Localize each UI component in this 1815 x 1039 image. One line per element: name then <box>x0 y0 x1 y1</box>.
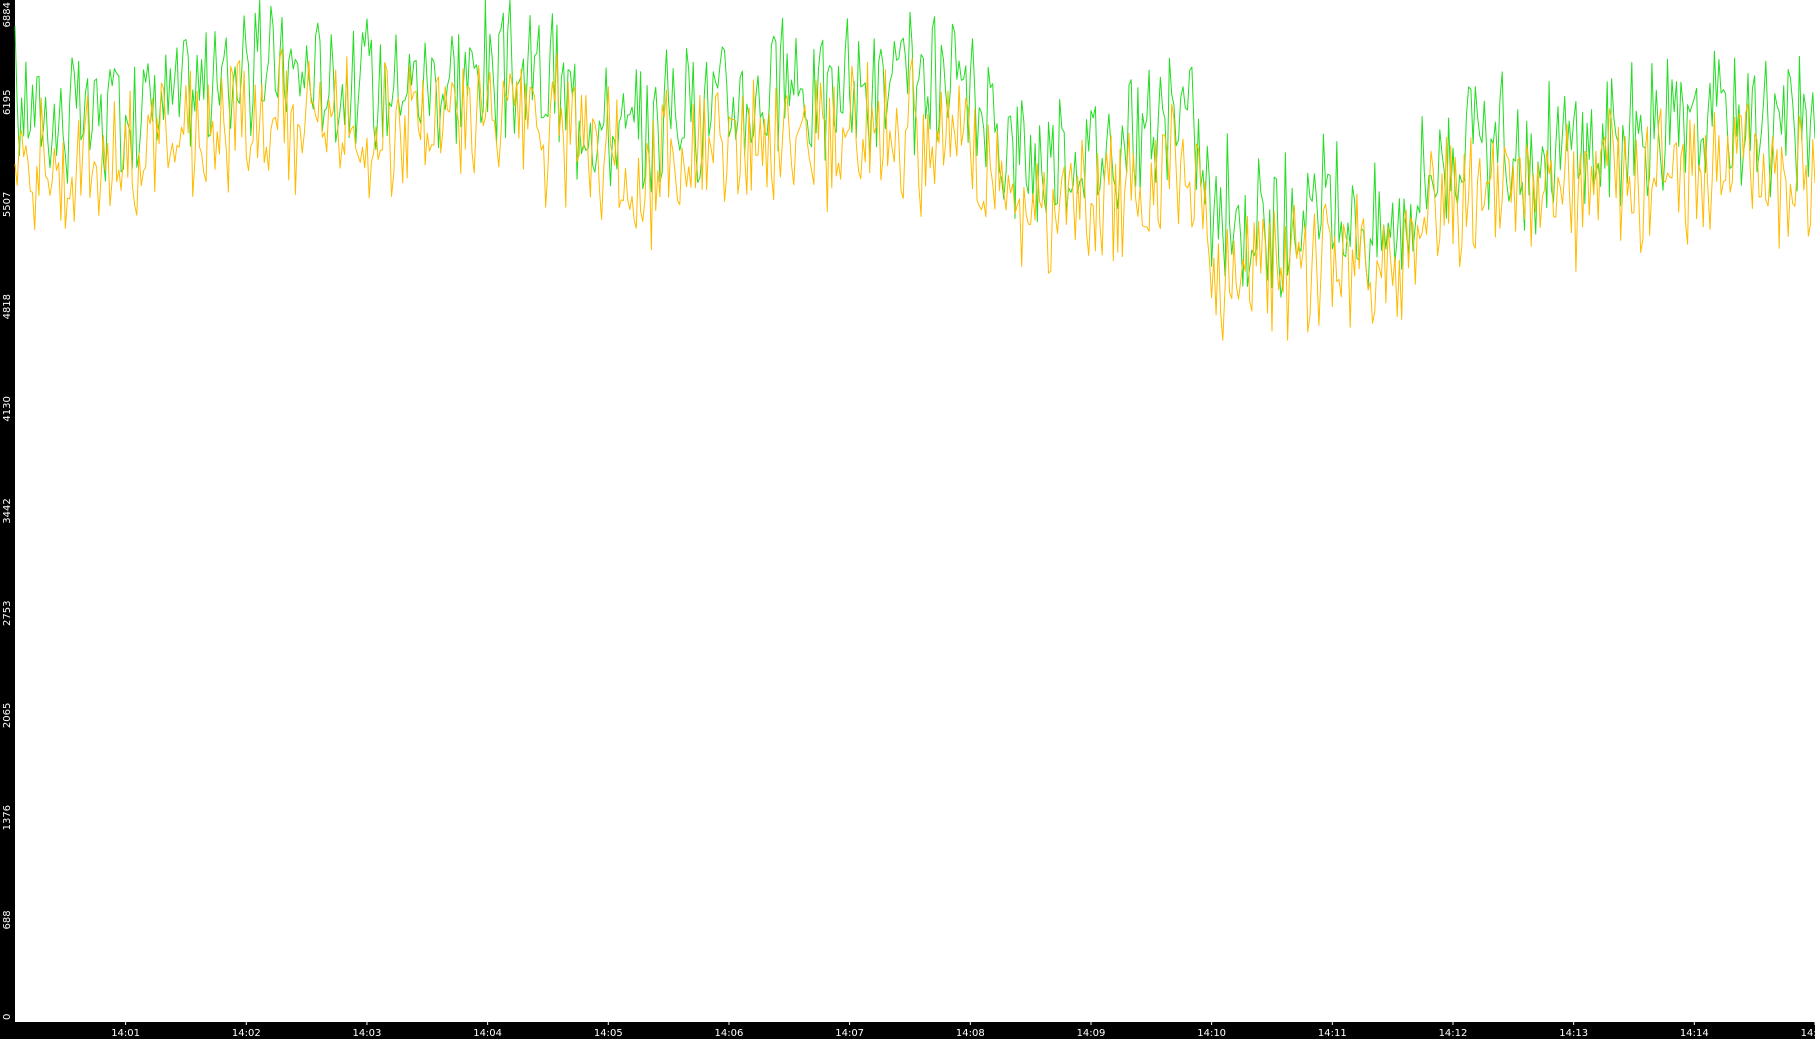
y-tick-label: 6195 <box>2 90 13 115</box>
x-tick-label: 14:06 <box>715 1028 744 1039</box>
x-tick-label: 14:04 <box>473 1028 502 1039</box>
y-tick-label: 1376 <box>2 805 13 830</box>
y-tick-label: 2753 <box>2 601 13 626</box>
chart-svg: 0 688 1376 2065 2753 3442 4130 4818 5507 6195 6884… <box>0 0 1815 1039</box>
x-tick-label: 14:12 <box>1439 1028 1468 1039</box>
chart: 0 688 1376 2065 2753 3442 4130 4818 5507 6195 6884… <box>0 0 1815 1039</box>
y-tick-label: 3442 <box>2 498 13 523</box>
y-tick-label: 0 <box>2 1014 13 1020</box>
x-tick-label: 14:02 <box>232 1028 261 1039</box>
x-tick-label: 14:15 <box>1801 1028 1815 1039</box>
x-tick-label: 14:10 <box>1197 1028 1226 1039</box>
x-tick-label: 14:01 <box>111 1028 140 1039</box>
x-tick-label: 14:09 <box>1077 1028 1106 1039</box>
y-tick-label: 2065 <box>2 703 13 728</box>
x-tick-label: 14:13 <box>1559 1028 1588 1039</box>
y-tick-label: 688 <box>2 910 13 929</box>
x-tick-label: 14:11 <box>1318 1028 1347 1039</box>
y-tick-label: 4818 <box>2 294 13 319</box>
y-tick-label: 6884 <box>2 2 13 27</box>
x-tick-label: 14:03 <box>353 1028 382 1039</box>
x-tick-label: 14:14 <box>1680 1028 1709 1039</box>
x-tick-label: 14:05 <box>594 1028 623 1039</box>
plot-area <box>15 0 1815 1022</box>
x-tick-label: 14:07 <box>835 1028 864 1039</box>
y-tick-label: 4130 <box>2 396 13 421</box>
y-tick-label: 5507 <box>2 192 13 217</box>
x-tick-label: 14:08 <box>956 1028 985 1039</box>
